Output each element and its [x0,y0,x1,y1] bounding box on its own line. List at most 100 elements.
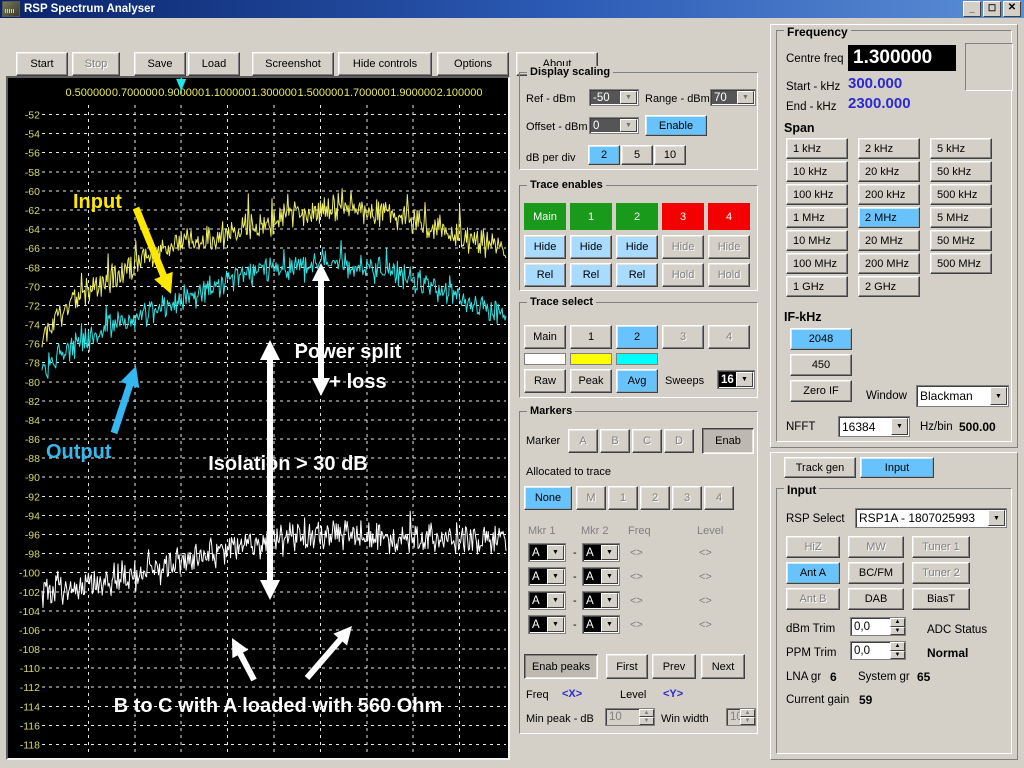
stop-button[interactable]: Stop [72,52,120,76]
trace-hide-1[interactable]: Hide [570,235,612,259]
dbm-trim-spin-buttons[interactable]: ▲ ▼ [890,618,905,635]
span-20mhz[interactable]: 20 MHz [858,230,920,251]
marker-alloc-4[interactable]: 4 [704,486,734,510]
minimize-button[interactable]: _ [963,1,981,17]
sweeps-combo[interactable]: 16 ▼ [717,370,755,389]
span-10mhz[interactable]: 10 MHz [786,230,848,251]
trace-enable-1[interactable]: 1 [570,203,612,230]
save-button[interactable]: Save [134,52,186,76]
marker-d-button[interactable]: D [664,429,694,453]
input-dab-button[interactable]: DAB [848,588,904,610]
marker-enable-button[interactable]: Enab [702,428,754,454]
load-button[interactable]: Load [188,52,240,76]
offset-enable-button[interactable]: Enable [645,115,707,136]
marker-alloc-1[interactable]: 1 [608,486,638,510]
trace-enable-main[interactable]: Main [524,203,566,230]
spin-up-icon[interactable]: ▲ [639,709,654,717]
input-hiz-button[interactable]: HiZ [786,536,840,558]
span-1khz[interactable]: 1 kHz [786,138,848,159]
trace-hold-3[interactable]: Hold [662,263,704,287]
range-dbm-combo[interactable]: 70 ▼ [710,89,756,106]
span-2ghz[interactable]: 2 GHz [858,276,920,297]
chevron-down-icon[interactable]: ▼ [620,91,637,104]
input-tuner1-button[interactable]: Tuner 1 [912,536,970,558]
spectrum-plot[interactable]: -52 -54 -56 -58 -60 -62 -64 -66 -68 -70 -72 -74 -76 -… [6,76,510,760]
mkr2-combo[interactable]: A ▼ [582,567,620,586]
trace-mode-avg[interactable]: Avg [616,369,658,393]
options-button[interactable]: Options [437,52,509,76]
screenshot-button[interactable]: Screenshot [252,52,334,76]
prev-peak-button[interactable]: Prev [652,654,696,679]
input-anta-button[interactable]: Ant A [786,562,840,584]
spin-down-icon[interactable]: ▼ [890,626,905,635]
mkr1-combo[interactable]: A ▼ [528,615,566,634]
mkr1-combo[interactable]: A ▼ [528,591,566,610]
mkr2-combo[interactable]: A ▼ [582,591,620,610]
trace-select-3[interactable]: 3 [662,325,704,349]
track-gen-tab[interactable]: Track gen [784,457,856,478]
trace-select-1[interactable]: 1 [570,325,612,349]
if-450-button[interactable]: 450 [790,354,852,376]
span-2mhz[interactable]: 2 MHz [858,207,920,228]
trace-rel-main[interactable]: Rel [524,263,566,287]
hide-controls-button[interactable]: Hide controls [338,52,432,76]
offset-dbm-combo[interactable]: 0 ▼ [589,117,639,134]
trace-select-main[interactable]: Main [524,325,566,349]
spectrum-canvas[interactable]: -52 -54 -56 -58 -60 -62 -64 -66 -68 -70 -72 -74 -76 -… [8,78,508,758]
trace-rel-2[interactable]: Rel [616,263,658,287]
next-peak-button[interactable]: Next [701,654,745,679]
span-500khz[interactable]: 500 kHz [930,184,992,205]
dbm-trim-spinner[interactable]: 0,0 ▲ ▼ [850,617,906,636]
trace-select-2[interactable]: 2 [616,325,658,349]
chevron-down-icon[interactable]: ▼ [547,617,564,632]
spin-down-icon[interactable]: ▼ [740,717,755,725]
trace-hide-2[interactable]: Hide [616,235,658,259]
input-bcfm-button[interactable]: BC/FM [848,562,904,584]
chevron-down-icon[interactable]: ▼ [601,593,618,608]
chevron-down-icon[interactable]: ▼ [891,418,908,435]
db-per-div-2[interactable]: 2 [588,145,620,165]
mkr1-combo[interactable]: A ▼ [528,543,566,562]
span-100mhz[interactable]: 100 MHz [786,253,848,274]
marker-b-button[interactable]: B [600,429,630,453]
close-button[interactable]: ✕ [1003,1,1021,17]
chevron-down-icon[interactable]: ▼ [547,545,564,560]
marker-alloc-3[interactable]: 3 [672,486,702,510]
chevron-down-icon[interactable]: ▼ [988,510,1005,526]
nfft-combo[interactable]: 16384 ▼ [838,416,910,437]
span-50khz[interactable]: 50 kHz [930,161,992,182]
span-5mhz[interactable]: 5 MHz [930,207,992,228]
trace-hold-4[interactable]: Hold [708,263,750,287]
chevron-down-icon[interactable]: ▼ [736,372,753,387]
centre-freq-field[interactable]: 1.300000 [848,45,956,71]
input-tuner2-button[interactable]: Tuner 2 [912,562,970,584]
span-500mhz[interactable]: 500 MHz [930,253,992,274]
if-2048-button[interactable]: 2048 [790,328,852,350]
trace-select-4[interactable]: 4 [708,325,750,349]
trace-enable-3[interactable]: 3 [662,203,704,230]
trace-mode-raw[interactable]: Raw [524,369,566,393]
win-width-spin-buttons[interactable]: ▲ ▼ [740,709,755,725]
chevron-down-icon[interactable]: ▼ [547,593,564,608]
marker-alloc-none[interactable]: None [524,486,572,510]
trace-enable-4[interactable]: 4 [708,203,750,230]
trace-rel-1[interactable]: Rel [570,263,612,287]
min-peak-spinner[interactable]: 10 ▲ ▼ [605,708,655,726]
if-zero-button[interactable]: Zero IF [790,380,852,402]
marker-a-button[interactable]: A [568,429,598,453]
chevron-down-icon[interactable]: ▼ [601,617,618,632]
input-mw-button[interactable]: MW [848,536,904,558]
spin-up-icon[interactable]: ▲ [890,618,905,627]
span-100khz[interactable]: 100 kHz [786,184,848,205]
input-tab[interactable]: Input [860,457,934,478]
span-1ghz[interactable]: 1 GHz [786,276,848,297]
spin-up-icon[interactable]: ▲ [890,642,905,651]
trace-hide-3[interactable]: Hide [662,235,704,259]
ppm-trim-spinner[interactable]: 0,0 ▲ ▼ [850,641,906,660]
marker-alloc-m[interactable]: M [576,486,606,510]
win-width-spinner[interactable]: 10 ▲ ▼ [726,708,756,726]
first-peak-button[interactable]: First [606,654,648,679]
rsp-select-combo[interactable]: RSP1A - 1807025993 ▼ [855,508,1007,528]
marker-c-button[interactable]: C [632,429,662,453]
chevron-down-icon[interactable]: ▼ [737,91,754,104]
